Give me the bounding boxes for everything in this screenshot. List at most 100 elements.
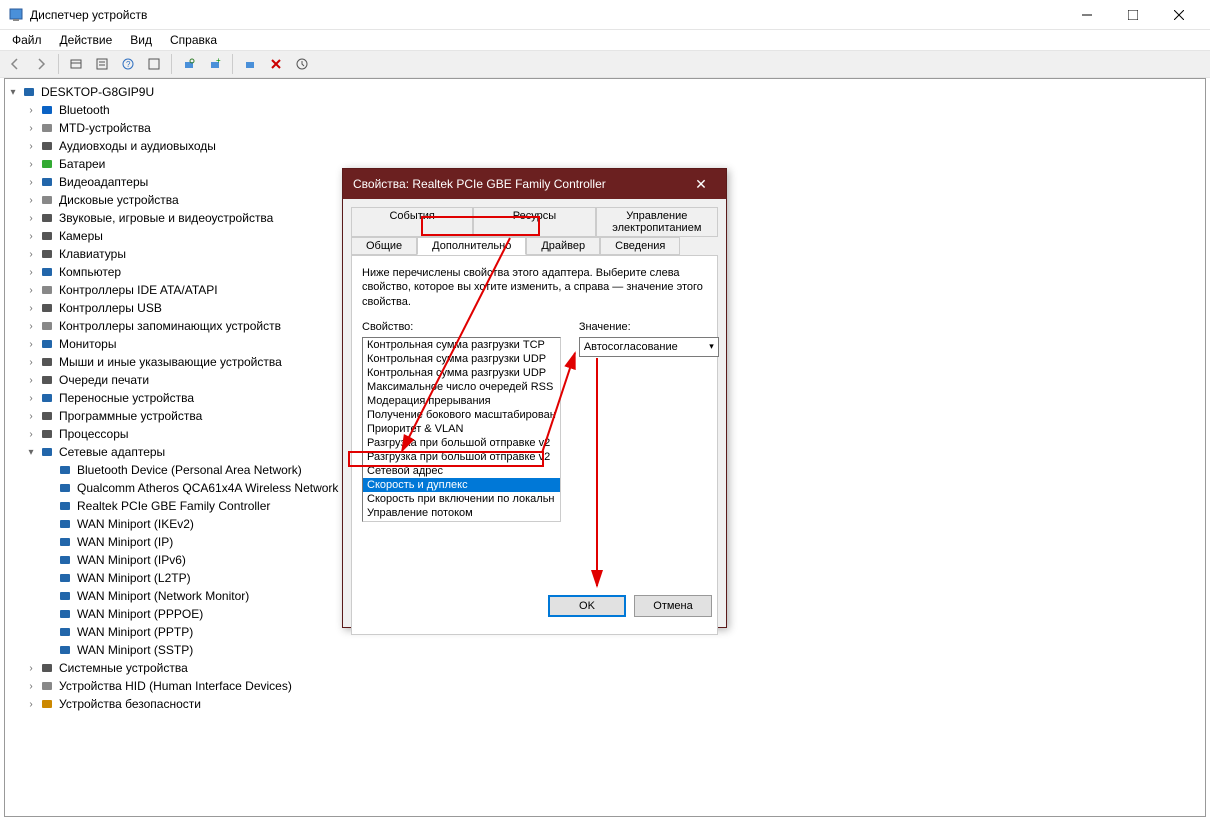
menu-help[interactable]: Справка xyxy=(162,31,225,49)
dialog-titlebar: Свойства: Realtek PCIe GBE Family Contro… xyxy=(343,169,726,199)
expander-icon[interactable]: › xyxy=(23,159,39,170)
property-listbox[interactable]: Контрольная сумма разгрузки TCPКонтрольн… xyxy=(362,337,561,522)
expander-icon[interactable]: › xyxy=(23,195,39,206)
tree-node-0[interactable]: › Bluetooth xyxy=(5,101,1205,119)
value-label: Значение: xyxy=(579,321,719,333)
expander-icon[interactable]: › xyxy=(23,105,39,116)
tab-Ресурсы[interactable]: Ресурсы xyxy=(473,207,595,237)
ide-icon xyxy=(39,282,55,298)
tab-Дополнительно[interactable]: Дополнительно xyxy=(417,237,526,255)
update-driver-button[interactable] xyxy=(291,53,313,75)
tree-label: DESKTOP-G8GIP9U xyxy=(41,85,154,99)
property-option[interactable]: Скорость и дуплекс xyxy=(363,478,560,492)
expander-icon[interactable]: › xyxy=(23,213,39,224)
expander-icon[interactable]: › xyxy=(23,231,39,242)
expander-icon[interactable]: › xyxy=(23,321,39,332)
tree-node-1[interactable]: › MTD-устройства xyxy=(5,119,1205,137)
property-option[interactable]: Контрольная сумма разгрузки UDP xyxy=(363,352,560,366)
property-option[interactable]: Управление потоком xyxy=(363,506,560,520)
tree-label: WAN Miniport (L2TP) xyxy=(77,571,191,585)
tab-Сведения[interactable]: Сведения xyxy=(600,237,680,255)
dialog-title: Свойства: Realtek PCIe GBE Family Contro… xyxy=(353,177,686,191)
expander-icon[interactable]: › xyxy=(23,249,39,260)
property-option[interactable]: Разгрузка при большой отправке v2 xyxy=(363,436,560,450)
tree-network-child-10[interactable]: WAN Miniport (SSTP) xyxy=(5,641,1205,659)
expander-icon[interactable]: › xyxy=(23,285,39,296)
tree-node-after-0[interactable]: › Системные устройства xyxy=(5,659,1205,677)
property-option[interactable]: Контрольная сумма разгрузки TCP xyxy=(363,338,560,352)
property-option[interactable]: Энергосберегающий Ethernet xyxy=(363,520,560,522)
menu-action[interactable]: Действие xyxy=(52,31,121,49)
tree-label: WAN Miniport (Network Monitor) xyxy=(77,589,249,603)
tree-root[interactable]: ▾ DESKTOP-G8GIP9U xyxy=(5,83,1205,101)
bluetooth-icon xyxy=(39,102,55,118)
view-button[interactable] xyxy=(143,53,165,75)
property-option[interactable]: Получение бокового масштабирован xyxy=(363,408,560,422)
expander-icon[interactable]: › xyxy=(23,339,39,350)
tab-Драйвер[interactable]: Драйвер xyxy=(526,237,600,255)
menu-file[interactable]: Файл xyxy=(4,31,50,49)
tree-label: Мониторы xyxy=(59,337,116,351)
network-icon xyxy=(57,642,73,658)
value-dropdown[interactable]: Автосогласование xyxy=(579,337,719,357)
expander-icon[interactable]: › xyxy=(23,663,39,674)
disable-button[interactable] xyxy=(265,53,287,75)
tab-Общие[interactable]: Общие xyxy=(351,237,417,255)
chip-icon xyxy=(39,120,55,136)
expander-icon[interactable]: › xyxy=(23,141,39,152)
tree-label: Переносные устройства xyxy=(59,391,194,405)
menu-view[interactable]: Вид xyxy=(122,31,160,49)
expander-icon[interactable]: › xyxy=(23,375,39,386)
uninstall-button[interactable] xyxy=(239,53,261,75)
back-button[interactable] xyxy=(4,53,26,75)
network-icon xyxy=(57,606,73,622)
expander-icon[interactable]: ▾ xyxy=(23,447,39,458)
add-legacy-button[interactable]: + xyxy=(204,53,226,75)
expander-icon[interactable]: ▾ xyxy=(5,87,21,98)
property-option[interactable]: Разгрузка при большой отправке v2 xyxy=(363,450,560,464)
tree-label: Bluetooth Device (Personal Area Network) xyxy=(77,463,302,477)
tree-label: Системные устройства xyxy=(59,661,188,675)
system-icon xyxy=(39,660,55,676)
property-option[interactable]: Максимальное число очередей RSS xyxy=(363,380,560,394)
expander-icon[interactable]: › xyxy=(23,177,39,188)
close-button[interactable] xyxy=(1156,0,1202,30)
minimize-button[interactable] xyxy=(1064,0,1110,30)
cancel-button[interactable]: Отмена xyxy=(634,595,712,617)
maximize-button[interactable] xyxy=(1110,0,1156,30)
expander-icon[interactable]: › xyxy=(23,681,39,692)
tree-node-2[interactable]: › Аудиовходы и аудиовыходы xyxy=(5,137,1205,155)
property-option[interactable]: Скорость при включении по локальн xyxy=(363,492,560,506)
property-option[interactable]: Сетевой адрес xyxy=(363,464,560,478)
tab-События[interactable]: События xyxy=(351,207,473,237)
scan-hardware-button[interactable] xyxy=(178,53,200,75)
tree-label: Сетевые адаптеры xyxy=(59,445,165,459)
property-option[interactable]: Контрольная сумма разгрузки UDP xyxy=(363,366,560,380)
expander-icon[interactable]: › xyxy=(23,429,39,440)
display-icon xyxy=(39,174,55,190)
tree-label: Дисковые устройства xyxy=(59,193,179,207)
tab-Управление электропитанием[interactable]: Управление электропитанием xyxy=(596,207,718,237)
expander-icon[interactable]: › xyxy=(23,699,39,710)
property-option[interactable]: Приоритет & VLAN xyxy=(363,422,560,436)
show-hidden-button[interactable] xyxy=(65,53,87,75)
expander-icon[interactable]: › xyxy=(23,393,39,404)
ok-button[interactable]: OK xyxy=(548,595,626,617)
network-icon xyxy=(57,498,73,514)
help-button[interactable]: ? xyxy=(117,53,139,75)
property-option[interactable]: Модерация прерывания xyxy=(363,394,560,408)
tree-label: Очереди печати xyxy=(59,373,149,387)
expander-icon[interactable]: › xyxy=(23,357,39,368)
hid-icon xyxy=(39,678,55,694)
tree-node-after-2[interactable]: › Устройства безопасности xyxy=(5,695,1205,713)
forward-button[interactable] xyxy=(30,53,52,75)
properties-button[interactable] xyxy=(91,53,113,75)
expander-icon[interactable]: › xyxy=(23,267,39,278)
dialog-close-button[interactable]: ✕ xyxy=(686,169,716,199)
expander-icon[interactable]: › xyxy=(23,411,39,422)
expander-icon[interactable]: › xyxy=(23,303,39,314)
expander-icon[interactable]: › xyxy=(23,123,39,134)
portable-icon xyxy=(39,390,55,406)
network-icon xyxy=(57,570,73,586)
tree-node-after-1[interactable]: › Устройства HID (Human Interface Device… xyxy=(5,677,1205,695)
